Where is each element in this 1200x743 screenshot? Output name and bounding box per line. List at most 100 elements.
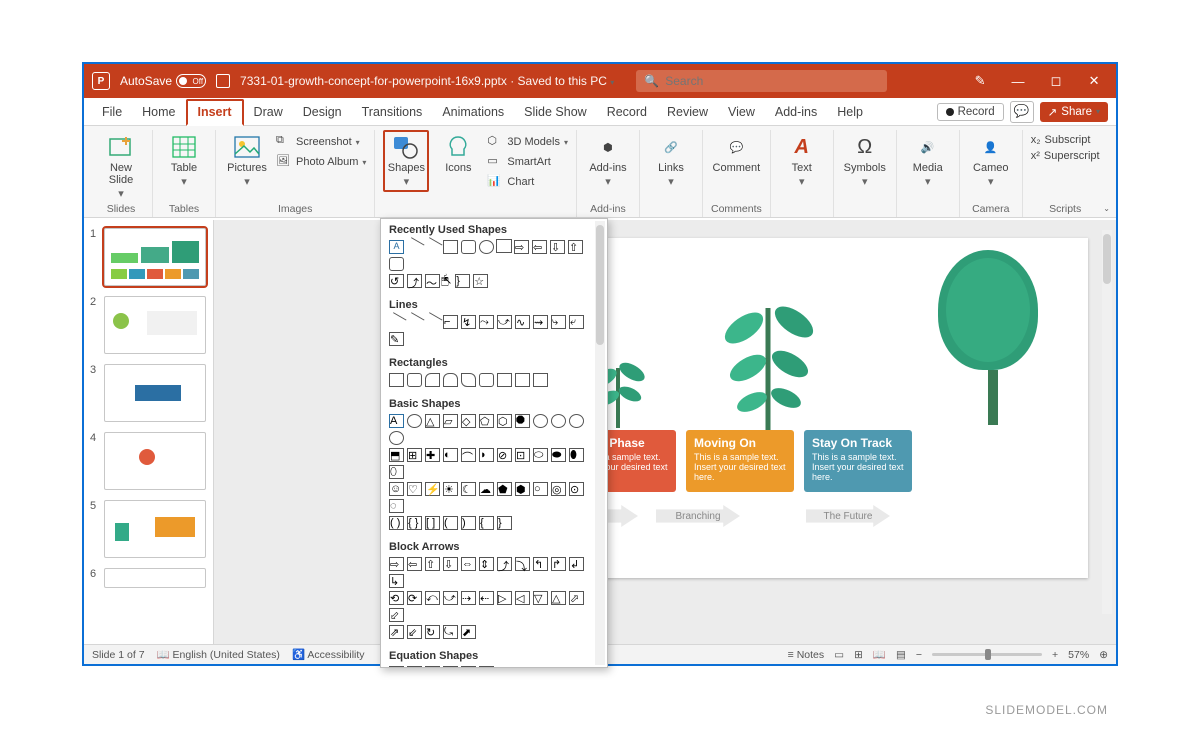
title-bar: P AutoSave Off 7331-01-growth-concept-fo… xyxy=(84,64,1116,98)
minimize-button[interactable]: — xyxy=(1004,74,1032,89)
tab-insert[interactable]: Insert xyxy=(186,99,244,126)
shape-arrow-icon[interactable]: ⇧ xyxy=(568,240,583,254)
group-tables: Table▾ Tables xyxy=(153,130,216,217)
zoom-slider[interactable] xyxy=(932,653,1042,656)
shape-icon[interactable]: ↺ xyxy=(389,274,404,288)
maximize-button[interactable]: ◻ xyxy=(1042,73,1070,89)
tab-record[interactable]: Record xyxy=(597,98,657,125)
tab-review[interactable]: Review xyxy=(657,98,718,125)
thumbnail-2[interactable]: 2 xyxy=(84,294,213,362)
toggle-switch-icon[interactable]: Off xyxy=(176,74,206,88)
shape-roundrect-icon[interactable] xyxy=(461,240,476,254)
eyedropper-icon[interactable]: ✎ xyxy=(966,73,994,89)
save-icon[interactable] xyxy=(216,74,230,88)
shape-line-icon[interactable] xyxy=(423,237,443,257)
addins-button[interactable]: ⬢Add-ins▾ xyxy=(585,130,631,188)
tab-transitions[interactable]: Transitions xyxy=(352,98,433,125)
tab-home[interactable]: Home xyxy=(132,98,185,125)
shape-icon[interactable]: 〜 xyxy=(425,274,440,288)
search-box[interactable]: 🔍 xyxy=(636,70,887,92)
tab-file[interactable]: File xyxy=(92,98,132,125)
table-icon xyxy=(170,134,198,160)
accessibility-checker[interactable]: ♿ Accessibility xyxy=(292,648,365,661)
document-title[interactable]: 7331-01-growth-concept-for-powerpoint-16… xyxy=(240,74,614,88)
zoom-out-button[interactable]: − xyxy=(916,649,922,661)
shape-arrow-icon[interactable]: ⇨ xyxy=(514,240,529,254)
tab-design[interactable]: Design xyxy=(293,98,352,125)
tab-addins[interactable]: Add-ins xyxy=(765,98,827,125)
icons-button[interactable]: Icons xyxy=(435,130,481,174)
record-button[interactable]: Record xyxy=(937,103,1004,121)
scrollbar-thumb[interactable] xyxy=(1103,234,1111,284)
tab-draw[interactable]: Draw xyxy=(244,98,293,125)
links-button[interactable]: 🔗Links▾ xyxy=(648,130,694,188)
superscript-button[interactable]: x² Superscript xyxy=(1031,150,1100,162)
zoom-in-button[interactable]: + xyxy=(1052,649,1058,661)
tab-animations[interactable]: Animations xyxy=(432,98,514,125)
thumbnail-5[interactable]: 5 xyxy=(84,498,213,566)
shape-arrow-icon[interactable]: ⇩ xyxy=(550,240,565,254)
shape-cursor-icon[interactable]: ↖🖱 xyxy=(443,274,452,288)
shape-icon[interactable] xyxy=(389,257,404,271)
shape-line-icon[interactable] xyxy=(405,237,425,257)
shape-triangle-icon[interactable] xyxy=(497,240,511,252)
pictures-button[interactable]: Pictures▾ xyxy=(224,130,270,188)
notes-button[interactable]: ≡ Notes xyxy=(788,649,824,661)
subscript-button[interactable]: x₂ Subscript xyxy=(1031,134,1091,146)
addins-icon: ⬢ xyxy=(594,134,622,160)
slider-knob[interactable] xyxy=(985,649,991,660)
new-slide-button[interactable]: New Slide▾ xyxy=(98,130,144,200)
slide-canvas[interactable]: Third PhaseThis is a sample text. Insert… xyxy=(548,238,1088,578)
tab-slideshow[interactable]: Slide Show xyxy=(514,98,597,125)
comment-button[interactable]: 💬Comment xyxy=(713,130,759,174)
cameo-button[interactable]: 👤Cameo▾ xyxy=(968,130,1014,188)
group-symbols: ΩSymbols▾ xyxy=(834,130,897,217)
record-dot-icon xyxy=(946,108,954,116)
thumbnail-3[interactable]: 3 xyxy=(84,362,213,430)
vertical-scrollbar[interactable] xyxy=(1102,230,1112,614)
slide-canvas-area: Third PhaseThis is a sample text. Insert… xyxy=(214,220,1116,644)
shape-rect-icon[interactable] xyxy=(443,240,458,254)
screenshot-button[interactable]: ⧉Screenshot ▾ xyxy=(276,134,360,150)
shape-arrow-icon[interactable]: ⇦ xyxy=(532,240,547,254)
collapse-ribbon-icon[interactable]: ⌄ xyxy=(1103,204,1110,213)
reading-view-icon[interactable]: 📖 xyxy=(873,648,886,661)
thumbnail-4[interactable]: 4 xyxy=(84,430,213,498)
dropdown-scrollbar[interactable] xyxy=(595,221,605,665)
normal-view-icon[interactable]: ▭ xyxy=(834,649,844,661)
subscript-icon: x₂ xyxy=(1031,134,1041,146)
comments-pane-button[interactable]: 💬 xyxy=(1010,101,1034,123)
shape-star-icon[interactable]: ☆ xyxy=(473,274,488,288)
scrollbar-thumb[interactable] xyxy=(596,225,604,345)
symbols-button[interactable]: ΩSymbols▾ xyxy=(842,130,888,188)
phase-box-5: Stay On TrackThis is a sample text. Inse… xyxy=(804,430,912,492)
thumbnail-6[interactable]: 6 xyxy=(84,566,213,596)
share-button[interactable]: ↗ Share ▾ xyxy=(1040,102,1108,122)
photo-album-button[interactable]: 🖼Photo Album ▾ xyxy=(276,154,366,170)
chart-button[interactable]: 📊Chart xyxy=(487,174,534,190)
search-input[interactable] xyxy=(665,74,879,88)
ribbon-tabs: File Home Insert Draw Design Transitions… xyxy=(84,98,1116,126)
shapes-button[interactable]: Shapes▾ xyxy=(383,130,429,192)
fit-to-window-icon[interactable]: ⊕ xyxy=(1099,649,1108,661)
watermark: SLIDEMODEL.COM xyxy=(985,703,1108,717)
smartart-button[interactable]: ▭SmartArt xyxy=(487,154,550,170)
3d-models-button[interactable]: ⬡3D Models ▾ xyxy=(487,134,568,150)
media-button[interactable]: 🔊Media▾ xyxy=(905,130,951,188)
group-addins: ⬢Add-ins▾Add-ins xyxy=(577,130,640,217)
shape-icon[interactable]: ⤴ xyxy=(407,274,422,288)
language-indicator[interactable]: 📖 English (United States) xyxy=(157,648,280,661)
sorter-view-icon[interactable]: ⊞ xyxy=(854,649,863,661)
shape-ellipse-icon[interactable] xyxy=(479,240,494,254)
comment-icon: 💬 xyxy=(722,134,750,160)
text-button[interactable]: AText▾ xyxy=(779,130,825,188)
close-button[interactable]: ✕ xyxy=(1080,73,1108,89)
shape-brace-icon[interactable]: } xyxy=(455,274,470,288)
thumbnail-1[interactable]: 1 xyxy=(84,226,213,294)
tab-help[interactable]: Help xyxy=(827,98,873,125)
slideshow-view-icon[interactable]: ▤ xyxy=(896,649,906,661)
tab-view[interactable]: View xyxy=(718,98,765,125)
autosave-toggle[interactable]: AutoSave Off xyxy=(120,74,206,88)
table-button[interactable]: Table▾ xyxy=(161,130,207,188)
text-icon: A xyxy=(788,134,816,160)
